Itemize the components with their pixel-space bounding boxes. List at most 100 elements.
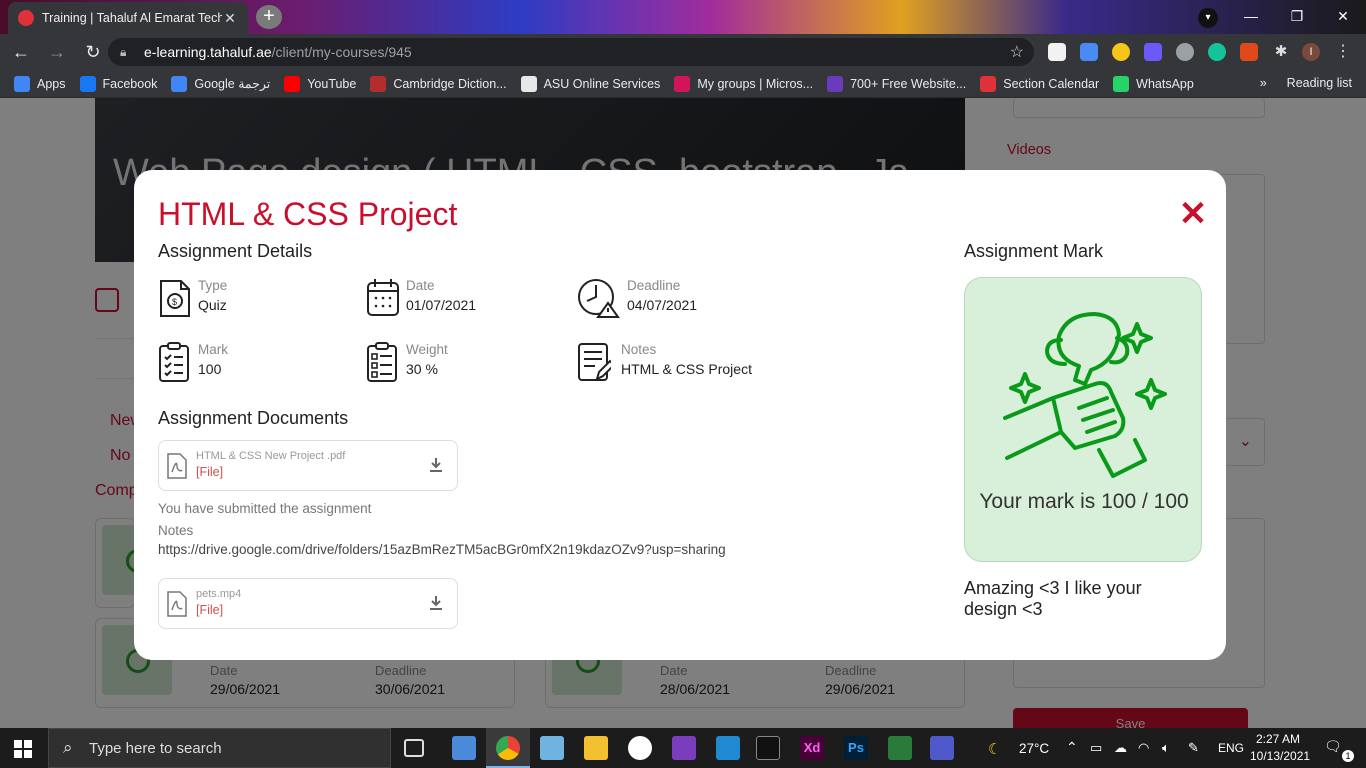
bookmark-item[interactable]: Facebook <box>79 75 158 92</box>
bookmark-item[interactable]: My groups | Micros... <box>674 75 814 92</box>
extension-icon[interactable] <box>1176 43 1194 61</box>
visual-studio-app-icon[interactable] <box>672 736 696 760</box>
bookmark-item[interactable]: WhatsApp <box>1113 75 1194 92</box>
screen: Training | Tahaluf Al Emarat Techn ✕ + ▾… <box>0 0 1366 768</box>
notes-label: Notes <box>621 342 657 357</box>
weight-value: 30 % <box>406 361 438 377</box>
extension-icon[interactable] <box>1144 43 1162 61</box>
taskbar-search-input[interactable]: ⌕ Type here to search <box>48 728 391 768</box>
task-view-icon[interactable] <box>404 739 424 757</box>
pdf-file-icon <box>167 453 187 479</box>
wifi-icon[interactable]: ◠ <box>1138 740 1149 756</box>
bookmarks-right: » Reading list <box>1260 76 1352 90</box>
bookmark-label: WhatsApp <box>1136 76 1194 91</box>
pen-icon[interactable]: ✎ <box>1188 740 1199 756</box>
assignment-modal: HTML & CSS Project ✕ Assignment Details … <box>134 170 1226 660</box>
bookmark-star-icon[interactable]: ☆ <box>1010 42 1024 62</box>
forward-button[interactable]: → <box>42 37 72 67</box>
browser-tab[interactable]: Training | Tahaluf Al Emarat Techn ✕ <box>8 2 248 34</box>
bookmark-item[interactable]: Google ترجمة <box>171 75 270 92</box>
close-window-button[interactable]: ✕ <box>1320 0 1366 34</box>
photoshop-app-icon[interactable]: Ps <box>844 736 868 760</box>
volume-icon[interactable]: 🔈︎ <box>1162 740 1170 756</box>
app-icon[interactable] <box>628 736 652 760</box>
deadline-value: 04/07/2021 <box>627 297 698 313</box>
document-file-link[interactable]: [File] <box>196 465 223 479</box>
document-file-link[interactable]: [File] <box>196 603 223 617</box>
close-modal-button[interactable]: ✕ <box>1178 197 1208 231</box>
modal-title: HTML & CSS Project <box>158 196 458 232</box>
bookmark-label: My groups | Micros... <box>697 76 814 91</box>
adobe-xd-app-icon[interactable]: Xd <box>800 736 824 760</box>
new-tab-button[interactable]: + <box>256 5 282 29</box>
system-tray-chevron-icon[interactable]: ⌃ <box>1066 739 1078 756</box>
grammarly-icon[interactable] <box>1208 43 1226 61</box>
document-item[interactable]: pets.mp4 [File] <box>158 578 458 629</box>
bookmark-favicon-icon <box>827 75 844 92</box>
temperature[interactable]: 27°C <box>1019 741 1049 756</box>
more-bookmarks-button[interactable]: » <box>1260 76 1267 90</box>
detail-date: Date 01/07/2021 <box>366 275 566 321</box>
back-button[interactable]: ← <box>6 37 36 67</box>
bookmark-item[interactable]: Apps <box>14 75 66 92</box>
search-placeholder: Type here to search <box>89 739 222 757</box>
bookmark-label: Facebook <box>102 76 158 91</box>
submission-notes-link[interactable]: https://drive.google.com/drive/folders/1… <box>158 542 726 557</box>
reload-button[interactable]: ↻ <box>78 37 108 67</box>
checklist-icon <box>159 342 189 382</box>
teams-app-icon[interactable] <box>930 736 954 760</box>
input-language[interactable]: ENG <box>1218 741 1244 755</box>
mark-label: Mark <box>198 342 228 357</box>
bookmark-item[interactable]: Cambridge Diction... <box>370 75 507 92</box>
app-icon[interactable] <box>540 736 564 760</box>
document-name: HTML & CSS New Project .pdf <box>196 450 346 462</box>
assignment-mark-heading: Assignment Mark <box>964 241 1104 261</box>
close-tab-icon[interactable]: ✕ <box>222 10 238 27</box>
deadline-clock-icon <box>578 279 620 318</box>
extension-icon[interactable] <box>1240 43 1258 61</box>
cloud-icon[interactable]: ☁ <box>1114 740 1127 756</box>
clock-time[interactable]: 2:27 AM <box>1256 732 1300 746</box>
app-icon[interactable] <box>888 736 912 760</box>
folder-app-icon[interactable] <box>584 736 608 760</box>
extension-icon[interactable] <box>1112 43 1130 61</box>
reading-list-button[interactable]: Reading list <box>1287 76 1352 90</box>
chrome-app-icon[interactable] <box>496 736 520 760</box>
file-explorer-app-icon[interactable] <box>452 736 476 760</box>
restore-button[interactable]: ❐ <box>1274 0 1320 34</box>
chrome-menu-icon[interactable]: ⋮ <box>1334 43 1352 61</box>
notes-value: HTML & CSS Project <box>621 361 752 377</box>
download-icon[interactable] <box>429 457 443 473</box>
address-bar[interactable]: 🔒︎ e-learning.tahaluf.ae/client/my-cours… <box>108 38 1034 66</box>
clock-date[interactable]: 10/13/2021 <box>1250 749 1310 763</box>
notification-count-badge: 1 <box>1342 750 1354 762</box>
bookmark-favicon-icon <box>171 75 188 92</box>
instructor-comment: Amazing <3 I like your design <3 <box>964 578 1142 619</box>
document-item[interactable]: HTML & CSS New Project .pdf [File] <box>158 440 458 491</box>
bookmark-label: ASU Online Services <box>543 76 661 91</box>
detail-deadline: Deadline 04/07/2021 <box>577 275 817 321</box>
battery-icon[interactable]: ▭ <box>1090 740 1102 756</box>
detail-notes: Notes HTML & CSS Project <box>577 339 817 385</box>
minimize-button[interactable]: — <box>1228 0 1274 34</box>
weight-label: Weight <box>406 342 448 357</box>
extension-icon[interactable] <box>1048 43 1066 61</box>
profile-avatar[interactable]: I <box>1302 43 1320 61</box>
bookmark-item[interactable]: YouTube <box>284 75 357 92</box>
extensions-puzzle-icon[interactable]: ✱ <box>1272 43 1290 61</box>
bookmark-label: YouTube <box>307 76 357 91</box>
document-name: pets.mp4 <box>196 588 242 600</box>
vscode-app-icon[interactable] <box>716 736 740 760</box>
bookmark-item[interactable]: 700+ Free Website... <box>827 75 966 92</box>
bookmark-item[interactable]: ASU Online Services <box>520 75 661 92</box>
trophy-hand-icon <box>1003 312 1167 478</box>
notification-center-icon[interactable]: 🗨︎ <box>1324 738 1342 755</box>
translate-extension-icon[interactable] <box>1080 43 1098 61</box>
download-icon[interactable] <box>429 595 443 611</box>
windows-start-icon[interactable] <box>14 740 32 758</box>
media-control-icon[interactable]: ▾ <box>1198 8 1218 28</box>
terminal-app-icon[interactable] <box>756 736 780 760</box>
bookmark-item[interactable]: Section Calendar <box>980 75 1099 92</box>
bookmark-favicon-icon <box>370 75 387 92</box>
mark-card: Your mark is 100 / 100 <box>964 277 1202 562</box>
